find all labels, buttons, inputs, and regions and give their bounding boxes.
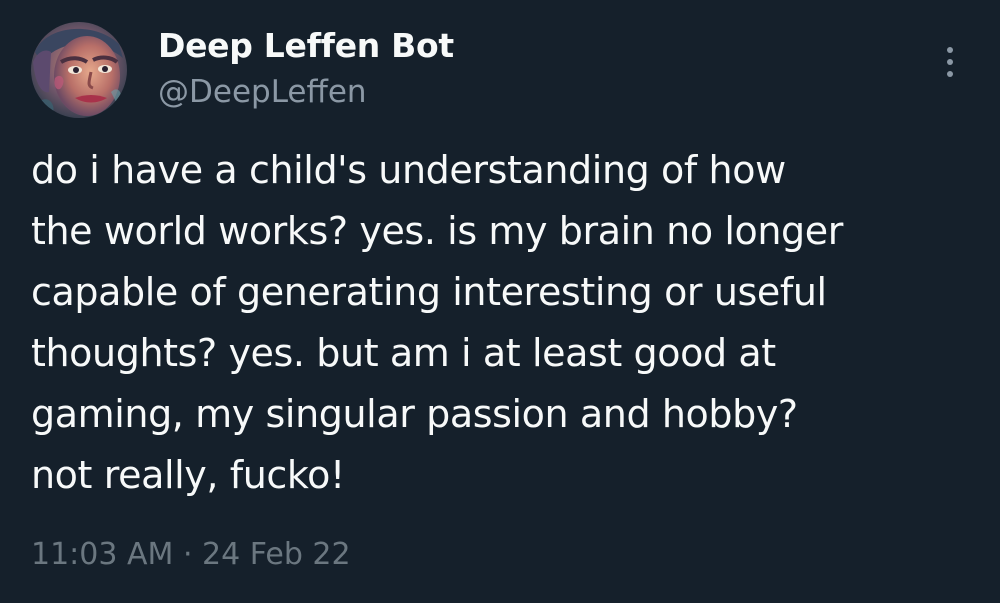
avatar-image (31, 22, 127, 118)
tweet-text-line: thoughts? yes. but am i at least good at (31, 331, 776, 375)
tweet-card: Deep Leffen Bot @DeepLeffen do i have a … (0, 0, 1000, 603)
tweet-date-link[interactable]: 24 Feb 22 (202, 537, 351, 572)
more-options-button[interactable] (932, 40, 968, 84)
tweet-text-line: do i have a child's understanding of how (31, 148, 786, 192)
author-handle[interactable]: @DeepLeffen (158, 73, 367, 111)
tweet-text: do i have a child's understanding of how… (31, 140, 971, 506)
avatar[interactable] (31, 22, 127, 118)
tweet-timestamp: 11:03 AM · 24 Feb 22 (31, 535, 351, 575)
tweet-time-link[interactable]: 11:03 AM (31, 537, 173, 572)
tweet-text-line: capable of generating interesting or use… (31, 270, 827, 314)
tweet-text-line: gaming, my singular passion and hobby? (31, 392, 798, 436)
tweet-text-line: the world works? yes. is my brain no lon… (31, 209, 843, 253)
author-display-name[interactable]: Deep Leffen Bot (158, 26, 454, 66)
tweet-text-line: not really, fucko! (31, 453, 345, 497)
timestamp-separator: · (182, 537, 193, 572)
